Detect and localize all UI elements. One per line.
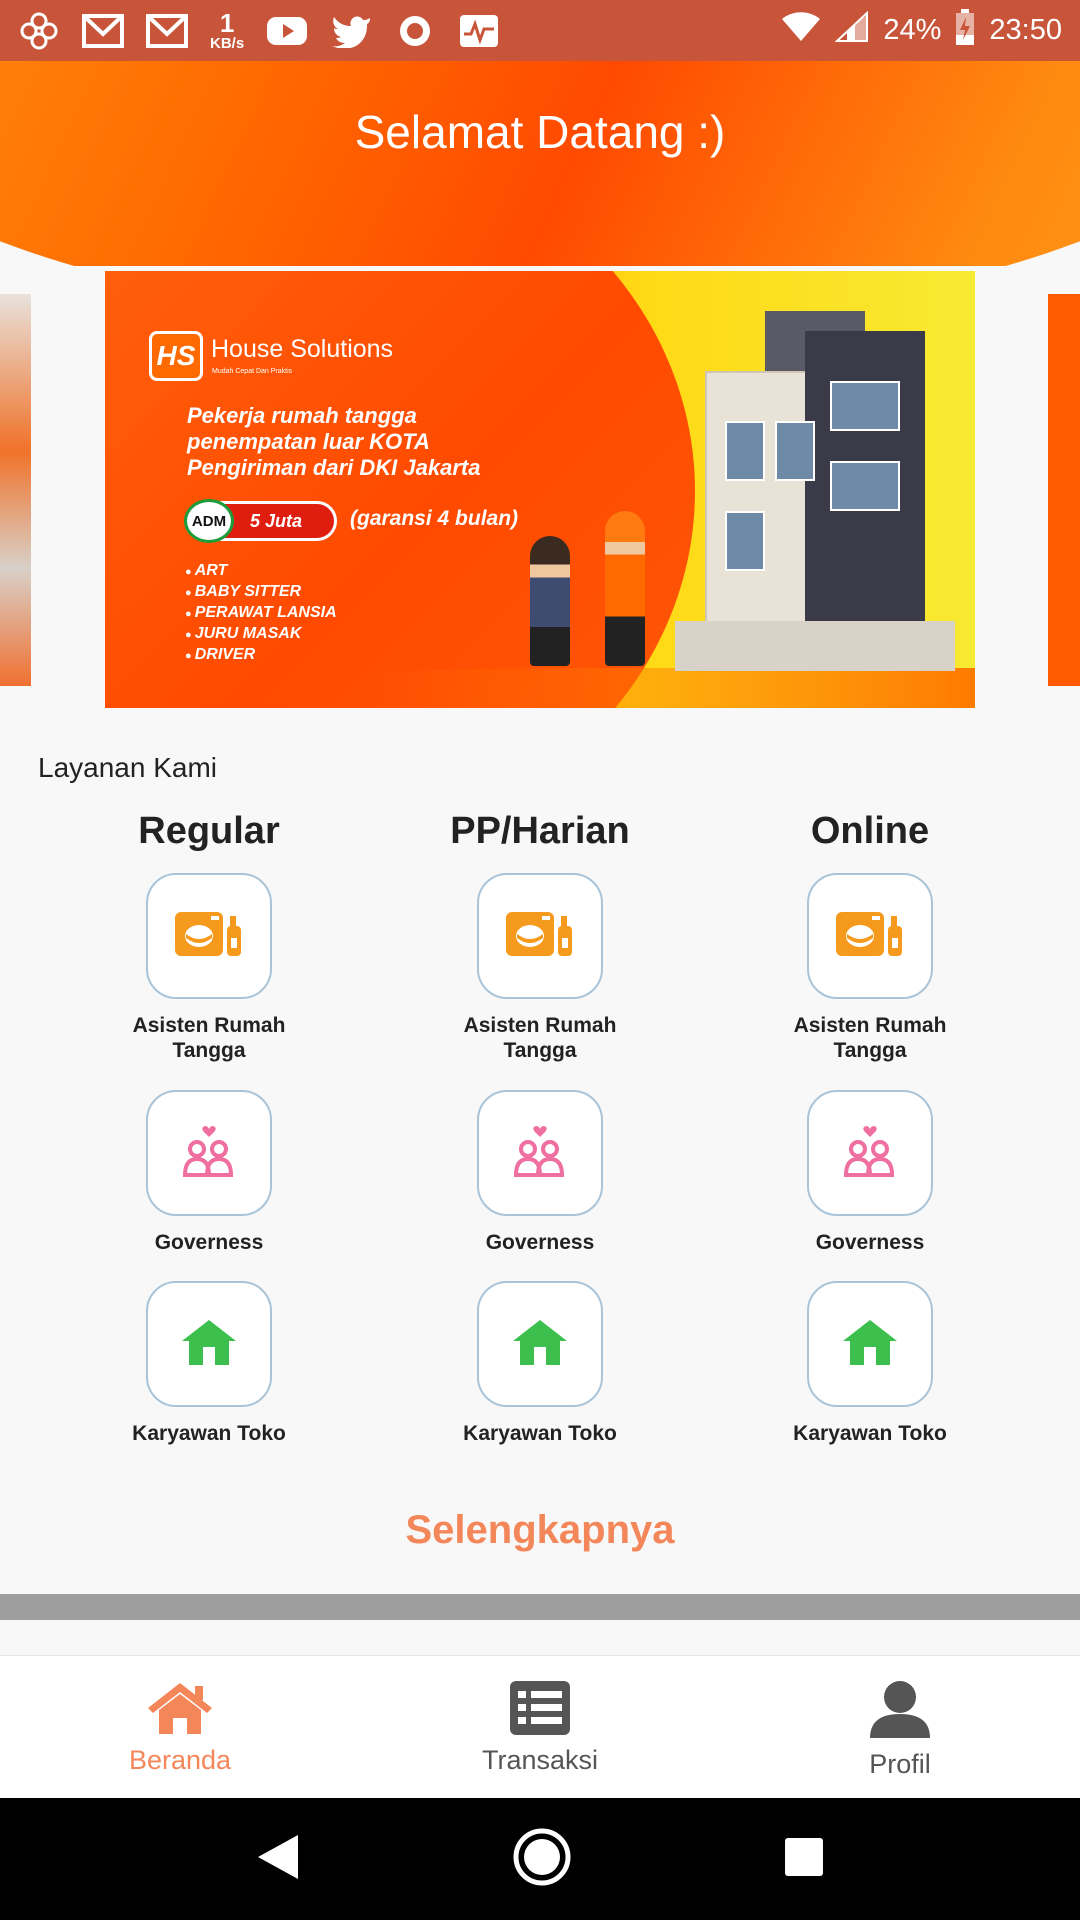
home-button-icon[interactable] xyxy=(512,1827,572,1892)
twitter-icon xyxy=(330,13,372,49)
record-icon xyxy=(394,13,436,49)
washing-machine-icon xyxy=(173,908,245,965)
family-heart-icon xyxy=(510,1123,570,1184)
home-icon xyxy=(145,1680,215,1741)
network-speed: 1 KB/s xyxy=(210,8,245,52)
service-karyawan-toko[interactable]: Karyawan Toko xyxy=(740,1281,1000,1446)
user-icon xyxy=(869,1680,931,1745)
banner-line: penempatan luar KOTA xyxy=(187,429,430,454)
system-nav-bar xyxy=(0,1798,1080,1920)
section-divider xyxy=(0,1594,1080,1620)
service-governess[interactable]: Governess xyxy=(740,1090,1000,1255)
battery-percent: 24% xyxy=(883,14,942,46)
header: Selamat Datang :) xyxy=(0,61,1080,266)
service-asisten-rumah-tangga[interactable]: Asisten Rumah Tangga xyxy=(740,873,1000,1063)
home-icon xyxy=(179,1317,239,1372)
activity-icon xyxy=(458,13,500,49)
service-icon-box[interactable] xyxy=(146,1281,272,1407)
pinwheel-icon xyxy=(18,12,60,49)
nav-label: Beranda xyxy=(128,1745,232,1775)
column-heading-pp-harian: PP/Harian xyxy=(450,810,630,852)
worker-illustration xyxy=(605,511,645,666)
house-solutions-logo: HS xyxy=(149,331,203,381)
status-bar: 1 KB/s 24% 23:50 xyxy=(0,0,1080,61)
banner-line: Pekerja rumah tangga xyxy=(187,403,417,428)
service-icon-box[interactable] xyxy=(146,1090,272,1216)
nav-label: Profil xyxy=(869,1749,931,1779)
bottom-nav: Beranda Transaksi Profil xyxy=(0,1655,1080,1798)
list-item: JURU MASAK xyxy=(185,624,337,645)
washing-machine-icon xyxy=(834,908,906,965)
service-governess[interactable]: Governess xyxy=(79,1090,339,1255)
service-icon-box[interactable] xyxy=(807,1281,933,1407)
service-label: Governess xyxy=(485,1231,595,1254)
service-karyawan-toko[interactable]: Karyawan Toko xyxy=(410,1281,670,1446)
home-icon xyxy=(840,1317,900,1372)
gmail-icon xyxy=(146,13,188,49)
carousel-prev-slide[interactable] xyxy=(0,294,31,686)
service-label: Governess xyxy=(154,1231,264,1254)
guarantee-text: (garansi 4 bulan) xyxy=(350,507,519,530)
youtube-icon xyxy=(266,13,308,49)
adm-badge: ADM 5 Juta xyxy=(184,499,337,543)
service-icon-box[interactable] xyxy=(477,1281,603,1407)
house-illustration xyxy=(675,311,955,671)
service-icon-box[interactable] xyxy=(146,873,272,999)
list-item: PERAWAT LANSIA xyxy=(185,603,337,624)
nav-profil[interactable]: Profil xyxy=(720,1656,1080,1798)
see-more-link[interactable]: Selengkapnya xyxy=(0,1508,1080,1553)
service-icon-box[interactable] xyxy=(807,873,933,999)
banner-brand: House Solutions xyxy=(211,335,394,363)
service-label: Karyawan Toko xyxy=(793,1422,947,1445)
list-icon xyxy=(509,1680,571,1741)
clock: 23:50 xyxy=(989,14,1062,46)
washing-machine-icon xyxy=(504,908,576,965)
service-governess[interactable]: Governess xyxy=(410,1090,670,1255)
gmail-icon xyxy=(82,13,124,49)
service-label: Karyawan Toko xyxy=(463,1422,617,1445)
nav-label: Transaksi xyxy=(481,1745,599,1775)
service-asisten-rumah-tangga[interactable]: Asisten Rumah Tangga xyxy=(79,873,339,1063)
worker-illustration xyxy=(530,536,570,666)
promo-banner[interactable]: HS House Solutions Mudah Cepat Dan Prakt… xyxy=(105,271,975,708)
service-label: Asisten Rumah Tangga xyxy=(463,1014,617,1062)
wifi-icon xyxy=(781,11,821,51)
column-heading-online: Online xyxy=(810,810,930,852)
nav-transaksi[interactable]: Transaksi xyxy=(360,1656,720,1798)
column-heading-regular: Regular xyxy=(138,810,280,852)
battery-charging-icon xyxy=(955,8,975,53)
service-label: Karyawan Toko xyxy=(132,1422,286,1445)
list-item: ART xyxy=(185,561,337,582)
service-karyawan-toko[interactable]: Karyawan Toko xyxy=(79,1281,339,1446)
signal-icon xyxy=(834,10,869,51)
family-heart-icon xyxy=(840,1123,900,1184)
service-icon-box[interactable] xyxy=(807,1090,933,1216)
list-item: BABY SITTER xyxy=(185,582,337,603)
page-title: Selamat Datang :) xyxy=(354,106,726,158)
banner-list: ART BABY SITTER PERAWAT LANSIA JURU MASA… xyxy=(185,561,337,666)
service-icon-box[interactable] xyxy=(477,1090,603,1216)
banner-line: Pengiriman dari DKI Jakarta xyxy=(187,455,481,480)
nav-beranda[interactable]: Beranda xyxy=(0,1656,360,1798)
service-label: Asisten Rumah Tangga xyxy=(793,1014,947,1062)
banner-tagline: Mudah Cepat Dan Praktis xyxy=(212,368,293,375)
service-icon-box[interactable] xyxy=(477,873,603,999)
home-icon xyxy=(510,1317,570,1372)
carousel-next-slide[interactable] xyxy=(1048,294,1080,686)
recents-icon[interactable] xyxy=(784,1837,824,1882)
service-label: Governess xyxy=(815,1231,925,1254)
family-heart-icon xyxy=(179,1123,239,1184)
list-item: DRIVER xyxy=(185,645,337,666)
section-title: Layanan Kami xyxy=(38,752,218,783)
service-label: Asisten Rumah Tangga xyxy=(132,1014,286,1062)
back-icon[interactable] xyxy=(256,1833,300,1886)
service-asisten-rumah-tangga[interactable]: Asisten Rumah Tangga xyxy=(410,873,670,1063)
